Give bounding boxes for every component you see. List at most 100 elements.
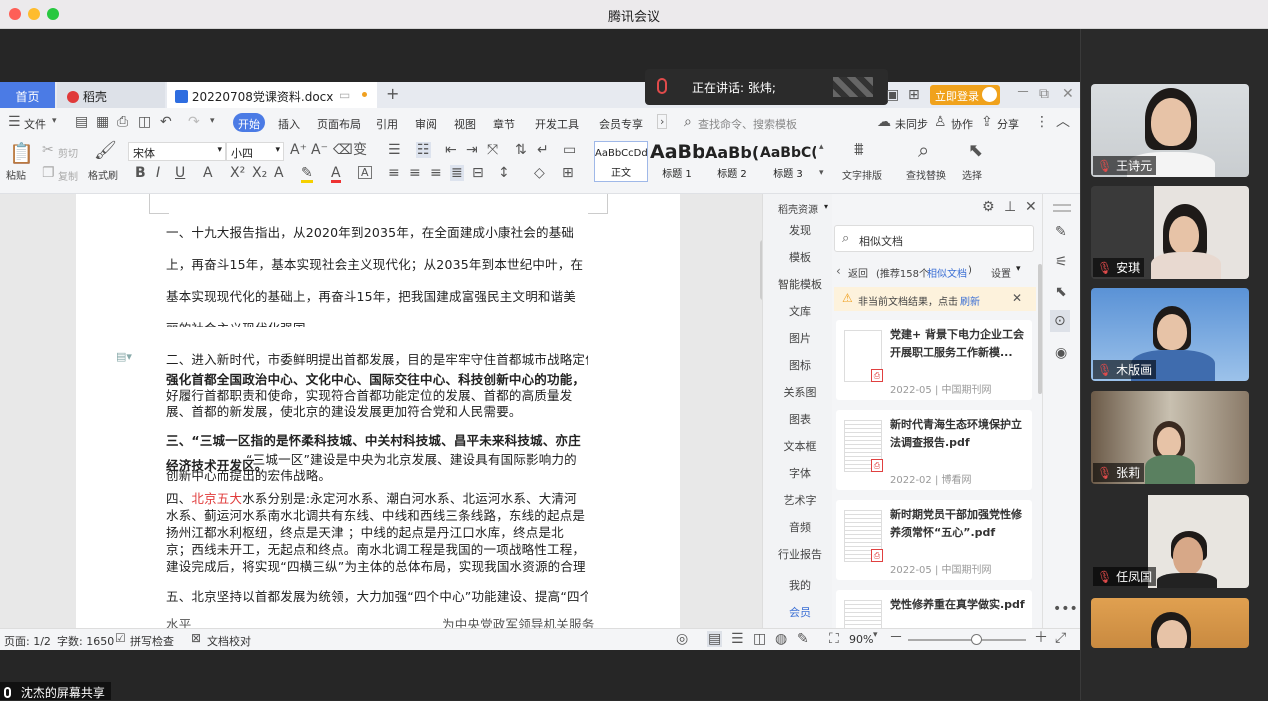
underline-icon[interactable]: U — [175, 166, 185, 180]
indent-icon[interactable]: ⇥ — [466, 143, 478, 157]
tab-daoke[interactable]: 稻壳 — [57, 82, 165, 108]
tab-document[interactable]: 20220708党课资料.docx ▭ — [167, 82, 377, 108]
text-layout-icon[interactable]: ⩩ — [854, 141, 864, 159]
menu-start[interactable]: 开始 — [233, 113, 265, 132]
menu-view[interactable]: 视图 — [454, 116, 476, 132]
text-effect-icon[interactable]: A — [274, 166, 284, 180]
align-left-icon[interactable]: ≡ — [388, 166, 400, 180]
menu-review[interactable]: 审阅 — [415, 116, 437, 132]
menu-layout[interactable]: 页面布局 — [317, 116, 361, 132]
word-count[interactable]: 字数: 1650 — [57, 633, 114, 649]
recommend-link[interactable]: 相似文档 — [927, 265, 967, 280]
sidenav-item[interactable]: 图标 — [765, 357, 835, 373]
sidenav-item[interactable]: 文本框 — [765, 438, 835, 454]
similar-doc-card[interactable]: ⎙ 党建+ 背景下电力企业工会开展职工服务工作新模... 2022-05 | 中国期… — [836, 320, 1032, 400]
adjust-icon[interactable]: ⚟ — [1055, 255, 1068, 269]
sidenav-item[interactable]: 音频 — [765, 519, 835, 535]
command-search[interactable]: 查找命令、搜索模板 — [698, 116, 797, 132]
collapse-ribbon-icon[interactable]: ︿ — [1056, 115, 1070, 129]
line-spacing-icon[interactable]: ↕ — [498, 166, 510, 180]
similar-doc-card[interactable]: ⎙ 新时期党员干部加强党性修养须常怀“五心”.pdf 2022-05 | 中国期刊网 — [836, 500, 1032, 580]
pen-icon[interactable]: ✎ — [1055, 225, 1067, 239]
sidenav-item[interactable]: 关系图 — [765, 384, 835, 400]
similar-doc-card[interactable]: ⎙ 新时代青海生态环境保护立法调查报告.pdf 2022-02 | 博看网 — [836, 410, 1032, 490]
menu-member[interactable]: 会员专享 — [599, 116, 643, 132]
close-icon[interactable]: ✕ — [1062, 87, 1074, 101]
fit-page-icon[interactable]: ⛶ — [829, 632, 839, 646]
char-border-icon[interactable]: A — [358, 166, 372, 179]
select-cursor-icon[interactable]: ⬉ — [968, 142, 983, 160]
text-layout-button[interactable]: 文字排版 — [842, 167, 882, 182]
menu-file[interactable]: 文件 — [24, 116, 46, 132]
zoom-slider[interactable] — [908, 634, 1026, 645]
paragraph-6-end[interactable]: 为中央党政军领导机关服务 — [442, 614, 602, 628]
layout-icon[interactable]: ▣ — [886, 88, 899, 102]
settings-dropdown[interactable]: 设置 — [991, 265, 1011, 280]
styles-expand-icon[interactable]: ▾ — [819, 169, 824, 178]
copy-button[interactable]: 复制 — [58, 168, 78, 183]
outdent-icon[interactable]: ⇤ — [445, 143, 457, 157]
sidenav-item[interactable]: 会员 — [765, 604, 835, 620]
superscript-icon[interactable]: X² — [230, 166, 245, 180]
menu-unsync[interactable]: 未同步 — [895, 116, 928, 132]
font-grow-icon[interactable]: A⁺ — [290, 143, 307, 157]
shading-icon[interactable]: ◇ — [534, 166, 545, 180]
location-icon[interactable]: ◉ — [1055, 346, 1067, 360]
format-brush-icon[interactable]: 🖌 — [94, 142, 117, 160]
zoom-out-icon[interactable]: － — [889, 631, 903, 645]
undo-icon[interactable]: ↶ — [160, 115, 172, 129]
style-heading-3[interactable]: AaBbC( 标题 3 — [760, 141, 816, 182]
subscript-icon[interactable]: X₂ — [252, 166, 267, 180]
sort-icon[interactable]: ⇅ — [515, 143, 527, 157]
sidenav-item[interactable]: 文库 — [765, 303, 835, 319]
sidenav-item[interactable]: 字体 — [765, 465, 835, 481]
grid-icon[interactable]: ⊞ — [908, 88, 920, 102]
document-page[interactable]: 一、十九大报告指出，从2020年到2035年，在全面建成小康社会的基础上，再奋斗… — [76, 194, 680, 628]
paste-button[interactable]: 粘贴 — [6, 167, 26, 182]
more-icon[interactable]: ••• — [1053, 602, 1078, 616]
sidenav-item[interactable]: 图表 — [765, 411, 835, 427]
paragraph-3-body[interactable]: “三城一区”建设是中央为北京发展、建设具有国际影响力的创新中心而提出的宏伟战略。 — [166, 452, 588, 484]
participant-tile[interactable]: 🎙 任凤国 — [1091, 495, 1249, 588]
participant-tile[interactable]: 🎙 安琪 — [1091, 186, 1249, 279]
menu-insert[interactable]: 插入 — [278, 116, 300, 132]
paragraph-2-lead[interactable]: 二、进入新时代，市委鲜明提出首都发展，目的是牢牢守住首都城市战略定位， — [166, 347, 588, 369]
menu-icon[interactable]: ☰ — [8, 115, 21, 129]
save-icon[interactable]: ▤ — [75, 115, 88, 129]
cut-button[interactable]: 剪切 — [58, 145, 78, 160]
font-shrink-icon[interactable]: A⁻ — [311, 143, 328, 157]
tab-home[interactable]: 首页 — [0, 82, 55, 108]
participant-tile[interactable]: 🎙 木版画 — [1091, 288, 1249, 381]
font-size-select[interactable]: 小四 ▾ — [226, 142, 284, 161]
style-normal[interactable]: AaBbCcDd 正文 — [594, 141, 648, 182]
justify-icon[interactable]: ≣ — [450, 165, 464, 181]
sidenav-item[interactable]: 智能模板 — [765, 276, 835, 292]
redo-icon[interactable]: ↷ — [188, 115, 200, 129]
gear-icon[interactable]: ⚙ — [982, 200, 995, 214]
menu-share[interactable]: 分享 — [997, 116, 1019, 132]
menu-reference[interactable]: 引用 — [376, 116, 398, 132]
find-replace-button[interactable]: 查找替换 — [906, 167, 946, 182]
pin-icon[interactable]: ⊥ — [1004, 200, 1016, 214]
fullscreen-icon[interactable]: ⤢ — [1055, 631, 1066, 645]
font-color-icon[interactable]: A — [331, 166, 341, 183]
more-options-icon[interactable]: ⋮ — [1035, 115, 1049, 129]
sidenav-item[interactable]: 发现 — [765, 222, 835, 238]
zoom-in-icon[interactable]: ＋ — [1034, 631, 1048, 645]
zoom-level[interactable]: 90% — [849, 633, 873, 646]
show-marks-icon[interactable]: ↵ — [537, 143, 549, 157]
bullet-list-icon[interactable]: ☰ — [388, 143, 401, 157]
outline-view-icon[interactable]: ☰ — [731, 632, 744, 646]
export-icon[interactable]: ▦ — [96, 115, 109, 129]
menu-collab[interactable]: 协作 — [951, 116, 973, 132]
close-notice-icon[interactable]: ✕ — [1012, 291, 1022, 305]
web-view-icon[interactable]: ◍ — [775, 632, 787, 646]
cut-icon[interactable]: ✂ — [42, 143, 54, 157]
page-view-icon[interactable]: ▤ — [707, 631, 723, 647]
menu-dev-tools[interactable]: 开发工具 — [535, 116, 579, 132]
spell-check-button[interactable]: 拼写检查 — [130, 633, 174, 649]
login-button[interactable]: 立即登录 — [930, 85, 1000, 105]
participant-tile[interactable]: 🎙 张莉 — [1091, 391, 1249, 484]
sidenav-item[interactable]: 图片 — [765, 330, 835, 346]
chinese-layout-icon[interactable]: ⤧ — [487, 143, 498, 157]
